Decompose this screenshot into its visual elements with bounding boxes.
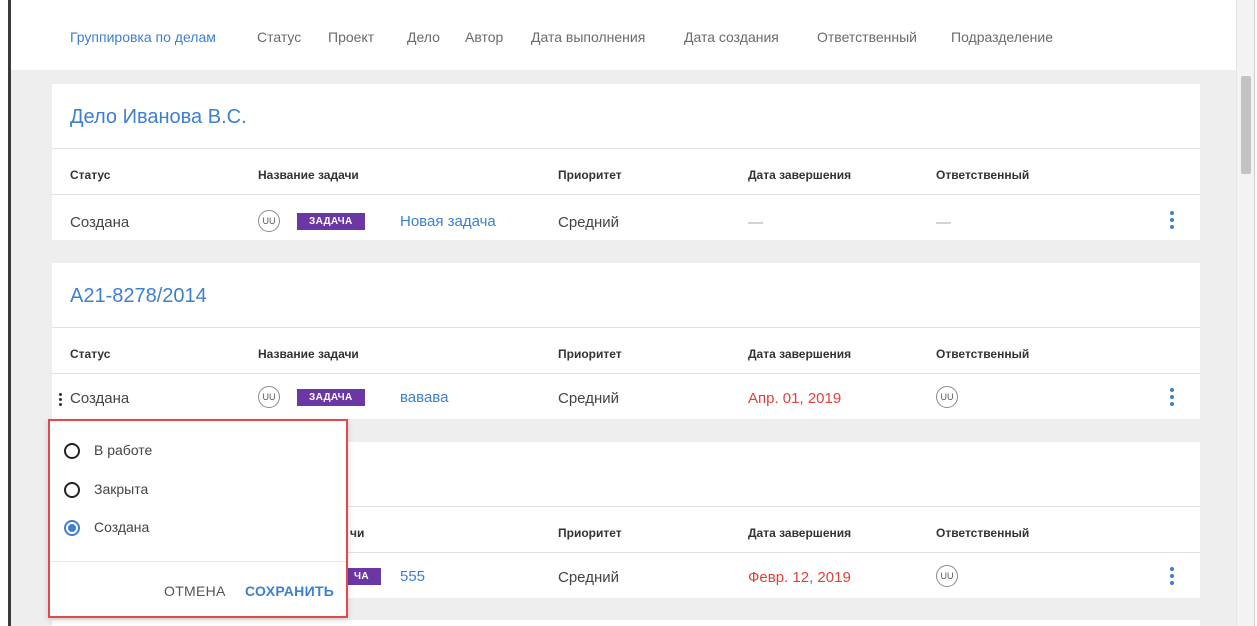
column-header-assignee[interactable]: Ответственный	[936, 526, 1029, 540]
column-header-task-name[interactable]: Название задачи	[258, 347, 359, 361]
case-title[interactable]: А21-8278/2014	[70, 285, 207, 308]
divider	[52, 373, 1200, 374]
filter-group-by-case[interactable]: Группировка по делам	[70, 29, 216, 45]
radio-button[interactable]	[64, 443, 80, 459]
task-name-link[interactable]: 555	[400, 568, 425, 585]
cancel-button[interactable]: ОТМЕНА	[164, 583, 226, 599]
row-priority: Средний	[558, 390, 619, 407]
row-due-date: Апр. 01, 2019	[748, 390, 842, 407]
task-name-link[interactable]: вавава	[400, 389, 448, 406]
column-header-task-name[interactable]: чи	[350, 526, 364, 540]
row-due-date: —	[748, 214, 763, 231]
status-edit-handle-icon[interactable]	[58, 393, 62, 407]
row-actions-menu-icon[interactable]	[1168, 209, 1176, 231]
row-actions-menu-icon[interactable]	[1168, 386, 1176, 408]
status-option-label: Закрыта	[94, 481, 149, 497]
divider	[52, 194, 1200, 195]
case-title[interactable]: Дело Иванова В.С.	[70, 106, 247, 129]
row-priority: Средний	[558, 214, 619, 231]
scrollbar-thumb[interactable]	[1241, 76, 1251, 174]
column-header-status[interactable]: Статус	[70, 347, 110, 361]
filter-project[interactable]: Проект	[328, 29, 374, 45]
assignee-avatar[interactable]: UU	[936, 565, 958, 587]
task-type-tag: ЗАДАЧА	[297, 213, 365, 230]
filter-assignee[interactable]: Ответственный	[817, 29, 917, 45]
filter-author[interactable]: Автор	[465, 29, 503, 45]
filter-department[interactable]: Подразделение	[951, 29, 1053, 45]
column-header-due-date[interactable]: Дата завершения	[748, 347, 851, 361]
filter-status[interactable]: Статус	[257, 29, 301, 45]
radio-button[interactable]	[64, 482, 80, 498]
column-header-priority[interactable]: Приоритет	[558, 168, 622, 182]
divider	[52, 148, 1200, 149]
task-name-link[interactable]: Новая задача	[400, 213, 496, 230]
grouping-filter-bar: Группировка по делам Статус Проект Дело …	[11, 0, 1236, 70]
row-assignee: —	[936, 214, 951, 231]
radio-button-selected[interactable]	[64, 520, 80, 536]
status-option-label: Создана	[94, 519, 150, 535]
row-due-date: Февр. 12, 2019	[748, 569, 851, 586]
column-header-assignee[interactable]: Ответственный	[936, 168, 1029, 182]
row-actions-menu-icon[interactable]	[1168, 565, 1176, 587]
column-header-task-name[interactable]: Название задачи	[258, 168, 359, 182]
divider	[52, 327, 1200, 328]
status-change-popup: В работе Закрыта Создана ОТМЕНА СОХРАНИТ…	[48, 419, 348, 618]
divider	[50, 561, 346, 562]
row-status[interactable]: Создана	[70, 390, 129, 407]
filter-case[interactable]: Дело	[407, 29, 440, 45]
status-option-label: В работе	[94, 442, 153, 458]
filter-due-date[interactable]: Дата выполнения	[531, 29, 645, 45]
save-button[interactable]: СОХРАНИТЬ	[245, 583, 334, 599]
column-header-status[interactable]: Статус	[70, 168, 110, 182]
row-priority: Средний	[558, 569, 619, 586]
filter-created-date[interactable]: Дата создания	[684, 29, 779, 45]
author-avatar: UU	[258, 210, 280, 232]
case-group-card: Дело Иванова В.С. Статус Название задачи…	[52, 84, 1200, 240]
column-header-priority[interactable]: Приоритет	[558, 526, 622, 540]
column-header-due-date[interactable]: Дата завершения	[748, 168, 851, 182]
case-group-card	[52, 620, 1200, 626]
column-header-assignee[interactable]: Ответственный	[936, 347, 1029, 361]
author-avatar: UU	[258, 386, 280, 408]
column-header-due-date[interactable]: Дата завершения	[748, 526, 851, 540]
task-type-tag: ЗАДАЧА	[297, 389, 365, 406]
case-group-card: А21-8278/2014 Статус Название задачи При…	[52, 263, 1200, 419]
row-status[interactable]: Создана	[70, 214, 129, 231]
column-header-priority[interactable]: Приоритет	[558, 347, 622, 361]
assignee-avatar[interactable]: UU	[936, 386, 958, 408]
vertical-scrollbar[interactable]	[1236, 0, 1254, 626]
